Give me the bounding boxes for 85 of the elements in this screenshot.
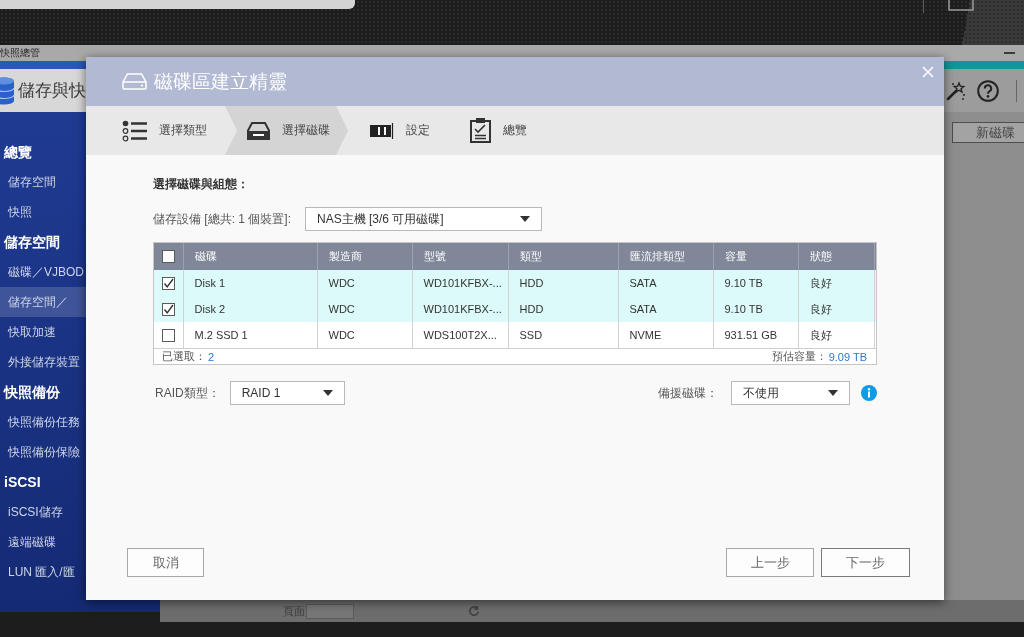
sidebar-item[interactable]: 儲存空間 <box>0 167 86 197</box>
selected-label: 已選取： <box>162 349 206 364</box>
table-header-cell[interactable]: 匯流排類型 <box>618 243 713 270</box>
sidebar-section-header: 儲存空間 <box>3 233 61 252</box>
page-input-field[interactable] <box>306 603 354 619</box>
caret-icon <box>520 216 530 222</box>
database-icon <box>0 75 15 106</box>
sidebar-section-header: 快照備份 <box>2 383 61 402</box>
storage-device-dropdown[interactable]: NAS主機 [3/6 可用磁碟] <box>305 207 542 231</box>
app-title: 儲存與快 <box>18 80 86 102</box>
table-cell: WD101KFBX-... <box>412 296 508 322</box>
sidebar-item[interactable]: 快取加速 <box>0 317 86 347</box>
dialog-title: 磁碟區建立精靈 <box>154 69 287 94</box>
sidebar-item[interactable]: 快照備份保險 <box>0 437 86 467</box>
next-button[interactable]: 下一步 <box>821 548 910 577</box>
table-header-cell[interactable]: 型號 <box>412 243 508 270</box>
cancel-button[interactable]: 取消 <box>127 548 204 577</box>
table-cell: SSD <box>508 322 618 348</box>
table-cell: HDD <box>508 296 618 322</box>
wizard-step[interactable]: 選擇類型 <box>100 106 225 155</box>
raid-type-dropdown[interactable]: RAID 1 <box>229 381 345 405</box>
table-cell: 9.10 TB <box>713 270 798 296</box>
table-cell: 良好 <box>798 270 874 296</box>
sidebar-item[interactable]: 快照 <box>0 197 86 227</box>
capacity-value: 9.09 TB <box>828 350 867 363</box>
sidebar-section-header: iSCSI <box>3 473 42 492</box>
caret-icon <box>828 390 838 396</box>
new-volume-button[interactable]: 新磁碟 <box>952 122 1024 143</box>
sidebar-item[interactable]: 磁碟／VJBOD <box>0 257 86 287</box>
clipboard-check-icon <box>470 118 491 143</box>
table-cell: 良好 <box>798 296 874 322</box>
raid-type-label: RAID類型： <box>155 384 220 402</box>
table-cell: HDD <box>508 270 618 296</box>
table-row[interactable]: M.2 SSD 1 WDC WDS100T2X... SSD NVME 931.51 GB 良好 <box>154 322 876 348</box>
disk-drive-icon <box>247 121 270 140</box>
sidebar-item[interactable]: 外接儲存裝置 <box>0 347 86 377</box>
magic-wand-icon[interactable] <box>946 80 966 101</box>
sidebar-item[interactable]: 儲存空間／ <box>0 287 86 317</box>
spare-disk-label: 備援磁碟： <box>658 384 718 402</box>
table-cell: 良好 <box>798 322 874 348</box>
table-cell: Disk 2 <box>183 296 317 322</box>
table-cell: Disk 1 <box>183 270 317 296</box>
window-title: 快照總管 <box>0 46 40 60</box>
table-header-cell[interactable]: 類型 <box>508 243 618 270</box>
table-cell: WDC <box>317 296 412 322</box>
caret-icon <box>322 390 333 396</box>
capacity-label: 預估容量： <box>771 349 827 364</box>
table-cell: M.2 SSD 1 <box>183 322 317 348</box>
segmented-bar-icon <box>370 122 394 139</box>
table-cell: NVME <box>618 322 713 348</box>
section-title: 選擇磁碟與組態： <box>153 177 249 191</box>
checkbox[interactable] <box>162 302 175 316</box>
table-cell: 9.10 TB <box>713 296 798 322</box>
table-row[interactable]: Disk 1 WDC WD101KFBX-... HDD SATA 9.10 TB 良好 <box>154 270 876 296</box>
back-button[interactable]: 上一步 <box>726 548 814 577</box>
table-row[interactable]: Disk 2 WDC WD101KFBX-... HDD SATA 9.10 TB 良好 <box>154 296 876 322</box>
table-cell: SATA <box>618 296 713 322</box>
sidebar-section-header: 總覽 <box>2 143 33 162</box>
table-header-cell[interactable]: 磁碟 <box>183 243 317 270</box>
sidebar-item[interactable]: LUN 匯入/匯 <box>0 557 86 587</box>
table-cell: SATA <box>618 270 713 296</box>
table-header-cell[interactable]: 容量 <box>713 243 798 270</box>
spare-disk-dropdown[interactable]: 不使用 <box>731 381 850 405</box>
info-icon[interactable] <box>861 385 877 401</box>
table-cell: WDC <box>317 322 412 348</box>
checkbox[interactable] <box>162 250 175 263</box>
checkbox[interactable] <box>162 276 175 290</box>
wizard-step[interactable]: 選擇磁碟 <box>225 106 348 155</box>
table-header-cell[interactable]: 製造商 <box>317 243 412 270</box>
list-icon <box>122 119 147 142</box>
sidebar-item[interactable]: 快照備份任務 <box>0 407 86 437</box>
help-icon[interactable] <box>977 79 999 102</box>
sidebar-item[interactable]: 遠端磁碟 <box>0 527 86 557</box>
sidebar-item[interactable]: iSCSI儲存 <box>0 497 86 527</box>
table-cell: WDS100T2X... <box>412 322 508 348</box>
table-header-cell[interactable]: 狀態 <box>798 243 874 270</box>
table-cell: WDC <box>317 270 412 296</box>
wizard-step[interactable]: 設定 <box>348 106 448 155</box>
storage-device-label: 儲存設備 [總共: 1 個裝置]: <box>153 210 291 228</box>
table-cell: WD101KFBX-... <box>412 270 508 296</box>
checkbox[interactable] <box>162 328 175 342</box>
wizard-step[interactable]: 總覽 <box>448 106 545 155</box>
hard-drive-icon <box>122 73 147 90</box>
table-cell: 931.51 GB <box>713 322 798 348</box>
selected-count: 2 <box>208 350 215 363</box>
